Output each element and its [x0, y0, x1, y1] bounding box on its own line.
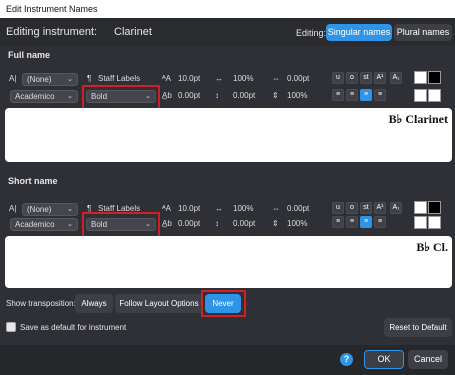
align-center-button[interactable]: ≡ [346, 89, 358, 101]
overline-button[interactable]: o [346, 72, 358, 84]
short-font-family-select[interactable]: Academico ⌄ [10, 218, 78, 231]
underline-button[interactable]: u [332, 202, 344, 214]
full-font-family-value: Academico [15, 92, 55, 101]
plural-names-button[interactable]: Plural names [394, 24, 452, 41]
horizontal-scale-icon: ↔ [215, 74, 223, 83]
full-name-preview[interactable]: B♭ Clarinet [5, 108, 452, 162]
full-tracking-value[interactable]: 0.00pt [287, 73, 309, 85]
short-font-family-value: Academico [15, 220, 55, 229]
subscript-button[interactable]: A₁ [390, 72, 402, 84]
transposition-follow-layout-button[interactable]: Follow Layout Options [115, 294, 203, 313]
font-size-icon: ᴬA [162, 74, 171, 83]
line-spacing-icon: ↕ [215, 219, 219, 228]
save-default-checkbox[interactable] [6, 322, 16, 332]
help-icon[interactable]: ? [340, 353, 353, 366]
vertical-scale-icon: ⇕ [272, 219, 279, 228]
align-left-button[interactable]: ≡ [332, 216, 344, 228]
underline-button[interactable]: u [332, 72, 344, 84]
chevron-down-icon: ⌄ [67, 206, 73, 213]
paragraph-icon: ¶ [87, 74, 92, 83]
reset-to-default-button[interactable]: Reset to Default [384, 318, 452, 337]
baseline-shift-icon: A̲b [162, 219, 172, 228]
subscript-button[interactable]: A₁ [390, 202, 402, 214]
save-default-label: Save as default for instrument [20, 323, 127, 332]
full-name-preview-text: B♭ Clarinet [388, 112, 448, 126]
full-para-style[interactable]: Staff Labels [98, 73, 140, 85]
horizontal-scale-icon: ↔ [215, 204, 223, 213]
frame-color-swatch[interactable] [428, 89, 441, 102]
strikethrough-button[interactable]: st [360, 72, 372, 84]
editing-instrument-label: Editing instrument: [6, 26, 98, 38]
short-name-preview-text: B♭ Cl. [416, 240, 448, 254]
short-style-select[interactable]: (None) ⌄ [22, 203, 78, 216]
superscript-button[interactable]: A¹ [374, 72, 386, 84]
short-style-value: (None) [27, 205, 52, 214]
short-name-heading: Short name [8, 176, 58, 186]
text-color-swatch[interactable] [414, 201, 427, 214]
align-left-button[interactable]: ≡ [332, 89, 344, 101]
align-right-button[interactable]: ≡ [360, 89, 372, 101]
align-right-button[interactable]: ≡ [360, 216, 372, 228]
short-name-preview[interactable]: B♭ Cl. [5, 236, 452, 288]
full-vscale-value[interactable]: 100% [287, 90, 307, 102]
align-center-button[interactable]: ≡ [346, 216, 358, 228]
highlight-box-never [201, 290, 246, 317]
short-vscale-value[interactable]: 100% [287, 218, 307, 230]
full-name-heading: Full name [8, 50, 51, 60]
tracking-icon: ⇔ [272, 204, 280, 213]
transposition-always-button[interactable]: Always [75, 294, 113, 313]
editing-mode-label: Editing: [296, 28, 327, 38]
full-hscale-value[interactable]: 100% [233, 73, 253, 85]
overline-button[interactable]: o [346, 202, 358, 214]
justify-button[interactable]: ≡ [374, 216, 386, 228]
chevron-down-icon: ⌄ [67, 76, 73, 83]
full-size-value[interactable]: 10.0pt [178, 73, 200, 85]
full-line-spacing-value[interactable]: 0.00pt [233, 90, 255, 102]
full-font-family-select[interactable]: Academico ⌄ [10, 90, 78, 103]
short-tracking-value[interactable]: 0.00pt [287, 203, 309, 215]
background-color-swatch[interactable] [414, 89, 427, 102]
vertical-scale-icon: ⇕ [272, 91, 279, 100]
short-size-value[interactable]: 10.0pt [178, 203, 200, 215]
window-title: Edit Instrument Names [0, 0, 455, 18]
cancel-button[interactable]: Cancel [408, 350, 448, 369]
full-style-value: (None) [27, 75, 52, 84]
short-line-spacing-value[interactable]: 0.00pt [233, 218, 255, 230]
baseline-shift-icon: A̲b [162, 91, 172, 100]
instrument-name: Clarinet [114, 26, 152, 38]
text-cursor-icon: A| [9, 204, 17, 213]
short-baseline-value[interactable]: 0.00pt [178, 218, 200, 230]
frame-color-swatch[interactable] [428, 216, 441, 229]
tracking-icon: ⇔ [272, 74, 280, 83]
full-style-select[interactable]: (None) ⌄ [22, 73, 78, 86]
border-color-swatch[interactable] [428, 201, 441, 214]
font-size-icon: ᴬA [162, 204, 171, 213]
superscript-button[interactable]: A¹ [374, 202, 386, 214]
chevron-down-icon: ⌄ [67, 221, 73, 228]
full-baseline-value[interactable]: 0.00pt [178, 90, 200, 102]
justify-button[interactable]: ≡ [374, 89, 386, 101]
ok-button[interactable]: OK [364, 350, 404, 369]
line-spacing-icon: ↕ [215, 91, 219, 100]
highlight-box-short [82, 212, 160, 238]
strikethrough-button[interactable]: st [360, 202, 372, 214]
singular-names-button[interactable]: Singular names [326, 24, 392, 41]
short-hscale-value[interactable]: 100% [233, 203, 253, 215]
chevron-down-icon: ⌄ [67, 93, 73, 100]
text-color-swatch[interactable] [414, 71, 427, 84]
border-color-swatch[interactable] [428, 71, 441, 84]
text-cursor-icon: A| [9, 74, 17, 83]
background-color-swatch[interactable] [414, 216, 427, 229]
show-transposition-label: Show transposition: [6, 299, 76, 308]
